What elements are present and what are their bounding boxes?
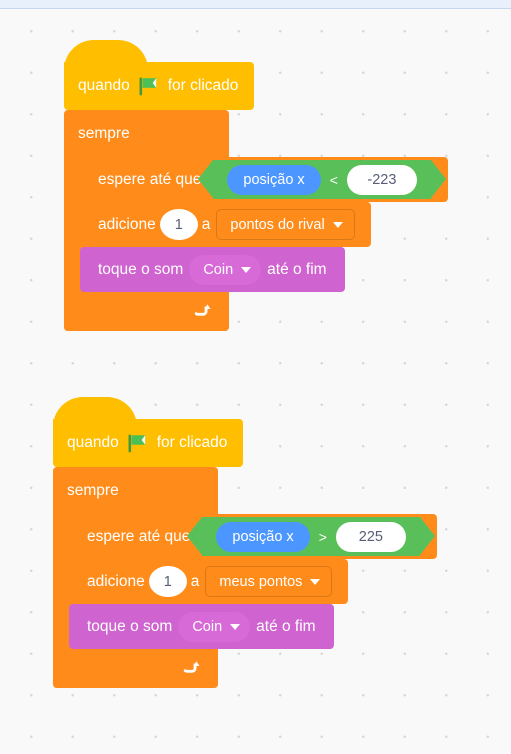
comparison-operator-symbol-1: <	[329, 171, 338, 188]
variable-dropdown-label-1: pontos do rival	[230, 216, 325, 233]
chevron-down-icon	[241, 266, 252, 273]
green-flag-icon	[128, 434, 148, 453]
chevron-down-icon	[332, 221, 343, 228]
change-variable-prefix-label-2: adicione	[87, 572, 145, 590]
forever-body-2[interactable]: espere até que posição x > 225 adicione …	[69, 514, 437, 649]
motion-x-position-reporter-2[interactable]: posição x	[216, 521, 310, 552]
change-variable-prefix-label-1: adicione	[98, 215, 156, 233]
variable-dropdown-1[interactable]: pontos do rival	[216, 209, 355, 240]
workspace-top-divider	[0, 0, 511, 9]
control-forever-block-2[interactable]: sempre espere até que posição x > 225 ad…	[53, 467, 437, 688]
wait-until-block-1[interactable]: espere até que posição x < -223	[80, 157, 448, 202]
variable-dropdown-2[interactable]: meus pontos	[205, 566, 333, 597]
comparison-value-input-2[interactable]: 225	[335, 521, 406, 552]
sound-dropdown-label-1: Coin	[203, 261, 234, 278]
event-hat-block-when-flag-clicked-2[interactable]: quando for clicado	[53, 397, 244, 467]
less-than-operator-block-1[interactable]: posição x < -223	[198, 160, 447, 199]
chevron-down-icon	[230, 623, 241, 630]
change-variable-middle-label-2: a	[190, 572, 200, 590]
comparison-value-input-1[interactable]: -223	[346, 164, 417, 195]
wait-until-label-1: espere até que	[98, 170, 202, 188]
script-stack-1[interactable]: quando for clicado sempre espere até que…	[64, 40, 448, 331]
forever-label-2: sempre	[67, 481, 119, 499]
forever-body-1[interactable]: espere até que posição x < -223 adicione…	[80, 157, 448, 292]
play-sound-until-done-block-2[interactable]: toque o som Coin até o fim	[69, 604, 334, 649]
sound-dropdown-label-2: Coin	[192, 618, 223, 635]
hat-prefix-label: quando	[67, 434, 119, 451]
hat-prefix-label: quando	[78, 77, 130, 94]
comparison-operator-symbol-2: >	[318, 528, 327, 545]
hat-suffix-label: for clicado	[167, 77, 239, 94]
sound-dropdown-2[interactable]: Coin	[178, 611, 251, 642]
change-variable-amount-input-2[interactable]: 1	[148, 566, 187, 597]
wait-until-label-2: espere até que	[87, 527, 191, 545]
blocks-workspace[interactable]: quando for clicado sempre espere até que…	[0, 0, 511, 754]
loop-arrow-icon	[192, 302, 211, 321]
variable-dropdown-label-2: meus pontos	[219, 573, 303, 590]
forever-footer-1[interactable]	[64, 292, 229, 331]
play-sound-prefix-label-2: toque o som	[87, 617, 173, 635]
play-sound-suffix-label-1: até o fim	[267, 260, 327, 278]
motion-x-position-reporter-1[interactable]: posição x	[227, 164, 321, 195]
play-sound-suffix-label-2: até o fim	[256, 617, 316, 635]
change-variable-middle-label-1: a	[201, 215, 211, 233]
script-stack-2[interactable]: quando for clicado sempre espere até que…	[53, 397, 437, 688]
change-variable-amount-input-1[interactable]: 1	[159, 209, 198, 240]
play-sound-until-done-block-1[interactable]: toque o som Coin até o fim	[80, 247, 345, 292]
event-hat-block-when-flag-clicked-1[interactable]: quando for clicado	[64, 40, 255, 110]
green-flag-icon	[139, 77, 159, 96]
change-variable-block-2[interactable]: adicione 1 a meus pontos	[69, 559, 349, 604]
control-forever-block-1[interactable]: sempre espere até que posição x < -223 a…	[64, 110, 448, 331]
play-sound-prefix-label-1: toque o som	[98, 260, 184, 278]
loop-arrow-icon	[181, 659, 200, 678]
hat-suffix-label: for clicado	[156, 434, 228, 451]
chevron-down-icon	[310, 578, 321, 585]
sound-dropdown-1[interactable]: Coin	[189, 254, 262, 285]
change-variable-block-1[interactable]: adicione 1 a pontos do rival	[80, 202, 371, 247]
forever-label-1: sempre	[78, 124, 130, 142]
greater-than-operator-block-2[interactable]: posição x > 225	[187, 517, 436, 556]
forever-footer-2[interactable]	[53, 649, 218, 688]
wait-until-block-2[interactable]: espere até que posição x > 225	[69, 514, 437, 559]
